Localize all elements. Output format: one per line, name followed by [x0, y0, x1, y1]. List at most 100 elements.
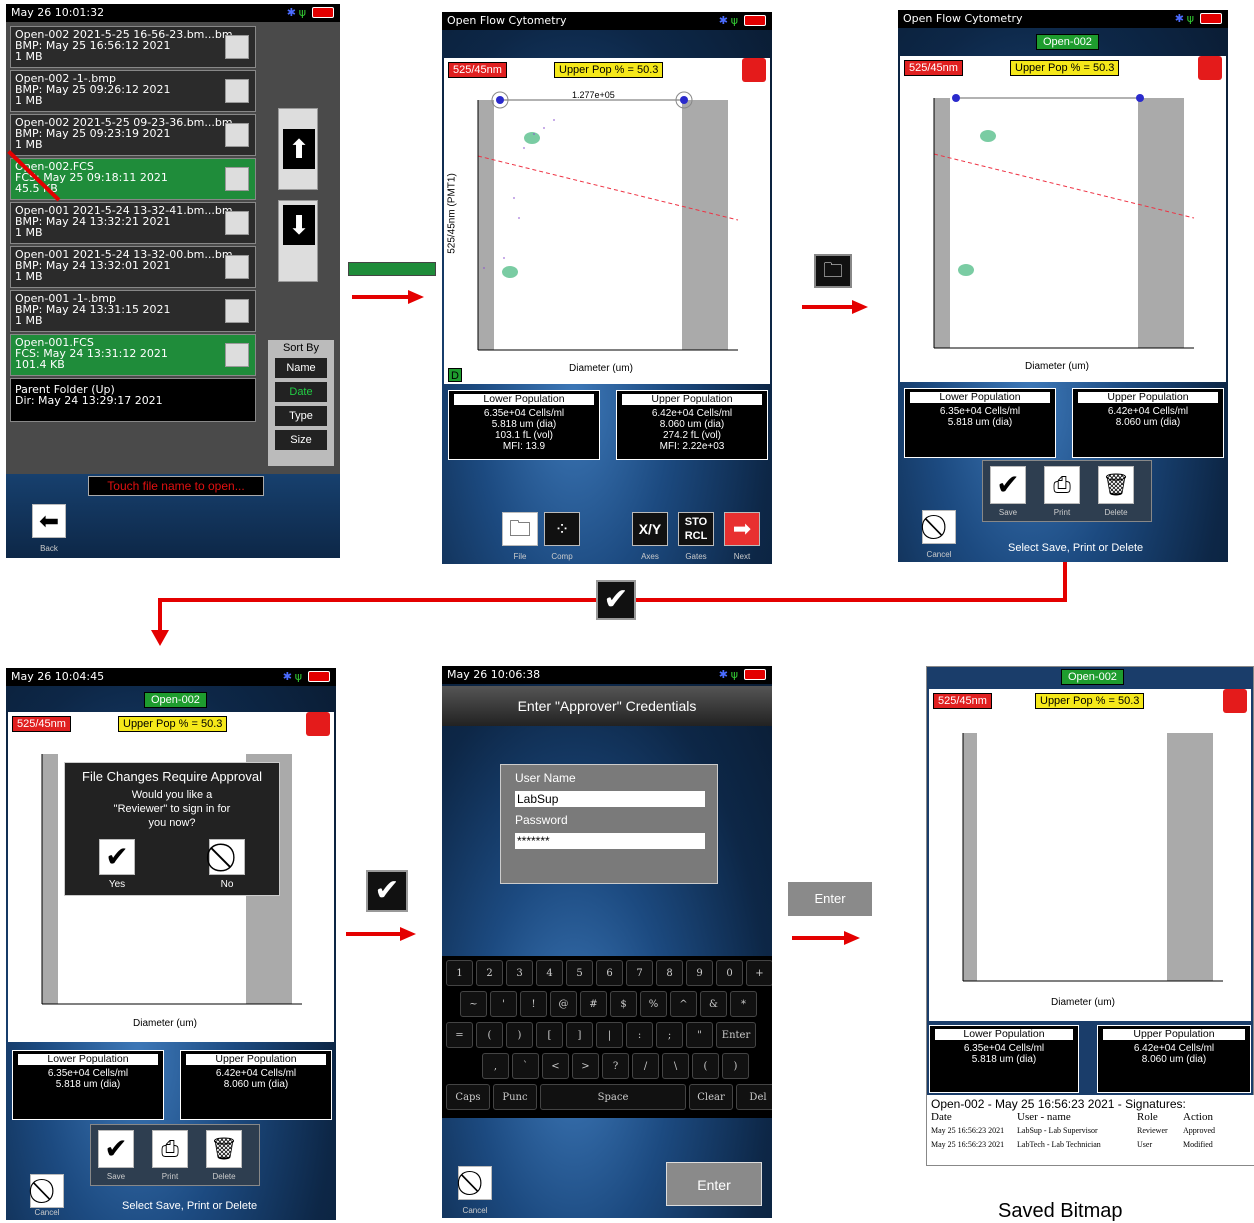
gates-button[interactable]: STO RCL [678, 512, 714, 546]
key-&[interactable]: & [700, 991, 727, 1017]
yes-label: Yes [108, 879, 126, 890]
key-space[interactable]: Space [540, 1084, 686, 1110]
key-7[interactable]: 7 [626, 960, 653, 986]
sort-type-button[interactable]: Type [275, 406, 327, 426]
file-row[interactable]: Open-002 -1-.bmp BMP: May 25 09:26:12 202… [10, 70, 256, 112]
cancel-button[interactable]: ⃠ [458, 1166, 492, 1200]
sort-date-button[interactable]: Date [275, 382, 327, 402]
file-checkbox[interactable] [225, 343, 249, 367]
enter-button[interactable]: Enter [666, 1162, 762, 1206]
key-@[interactable]: @ [550, 991, 577, 1017]
file-checkbox[interactable] [225, 79, 249, 103]
status-bar: May 26 10:06:38 ✱ ψ [442, 666, 772, 684]
file-checkbox[interactable] [225, 123, 249, 147]
scroll-down-button[interactable]: ⬇ [278, 200, 318, 282]
next-button[interactable]: ➡ [724, 512, 760, 546]
login-title-bar: Enter "Approver" Credentials [442, 686, 772, 726]
key-del[interactable]: Del [736, 1084, 772, 1110]
key-clear[interactable]: Clear [689, 1084, 733, 1110]
key-"[interactable]: " [686, 1022, 713, 1048]
yes-button[interactable]: ✔ [99, 839, 135, 875]
cancel-button[interactable]: ⃠ [922, 510, 956, 544]
file-checkbox[interactable] [225, 35, 249, 59]
key-([interactable]: ( [692, 1053, 719, 1079]
key-/[interactable]: / [632, 1053, 659, 1079]
key-`[interactable]: ` [512, 1053, 539, 1079]
key-([interactable]: ( [476, 1022, 503, 1048]
sort-size-button[interactable]: Size [275, 430, 327, 450]
file-row[interactable]: Open-001 -1-.bmp BMP: May 24 13:31:15 202… [10, 290, 256, 332]
print-button[interactable]: ⎙ [1044, 466, 1080, 504]
key-*[interactable]: * [730, 991, 757, 1017]
save-button[interactable]: ✔ [98, 1130, 134, 1168]
delete-button[interactable]: 🗑 [206, 1130, 242, 1168]
status-bar: Open Flow Cytometry ✱ ψ [898, 10, 1228, 28]
key-][interactable]: ] [566, 1022, 593, 1048]
key-2[interactable]: 2 [476, 960, 503, 986]
save-button[interactable]: ✔ [990, 466, 1026, 504]
back-button[interactable]: ⬅ [32, 504, 66, 538]
key-5[interactable]: 5 [566, 960, 593, 986]
key-%[interactable]: % [640, 991, 667, 1017]
key-\[interactable]: \ [662, 1053, 689, 1079]
no-button[interactable]: ⃠ [209, 839, 245, 875]
key-punc[interactable]: Punc [493, 1084, 537, 1110]
key-=[interactable]: = [446, 1022, 473, 1048]
delete-button[interactable]: 🗑 [1098, 466, 1134, 504]
axes-button[interactable]: X/Y [632, 512, 668, 546]
parent-folder-row[interactable]: Parent Folder (Up) Dir: May 24 13:29:17 2… [10, 378, 256, 422]
d-badge[interactable]: D [448, 368, 462, 382]
key-+[interactable]: + [746, 960, 772, 986]
key-8[interactable]: 8 [656, 960, 683, 986]
file-button[interactable]: 🗀 [502, 512, 538, 546]
file-checkbox[interactable] [225, 167, 249, 191]
key-:[interactable]: : [626, 1022, 653, 1048]
key-3[interactable]: 3 [506, 960, 533, 986]
sort-name-button[interactable]: Name [275, 358, 327, 378]
key-6[interactable]: 6 [596, 960, 623, 986]
key-enter[interactable]: Enter [716, 1022, 756, 1048]
key-;[interactable]: ; [656, 1022, 683, 1048]
lower-pop-dia: 5.818 um (dia) [491, 419, 557, 430]
scroll-up-button[interactable]: ⬆ [278, 108, 318, 190]
file-checkbox[interactable] [225, 299, 249, 323]
key-1[interactable]: 1 [446, 960, 473, 986]
file-row[interactable]: Open-001 2021-5-24 13-32-41.bm...bm BMP: … [10, 202, 256, 244]
key-9[interactable]: 9 [686, 960, 713, 986]
key-![interactable]: ! [520, 991, 547, 1017]
comp-button[interactable]: ⁘ [544, 512, 580, 546]
file-row[interactable]: Open-001 2021-5-24 13-32-00.bm...bm BMP: … [10, 246, 256, 288]
file-date: BMP: May 24 13:32:01 2021 [15, 259, 171, 272]
key-|[interactable]: | [596, 1022, 623, 1048]
file-row[interactable]: Open-002 2021-5-25 16-56-23.bm...bm BMP: … [10, 26, 256, 68]
plot-area: 525/45nm Upper Pop % = 50.3 Diameter (um… [900, 56, 1226, 382]
key-'[interactable]: ' [490, 991, 517, 1017]
print-button[interactable]: ⎙ [152, 1130, 188, 1168]
key-,[interactable]: , [482, 1053, 509, 1079]
key-<[interactable]: < [542, 1053, 569, 1079]
password-input[interactable]: ******* [515, 833, 705, 849]
file-row[interactable]: Open-002 2021-5-25 09-23-36.bm...bm BMP: … [10, 114, 256, 156]
key-)[interactable]: ) [506, 1022, 533, 1048]
printer-icon: ⎙ [161, 1136, 179, 1161]
key-[[interactable]: [ [536, 1022, 563, 1048]
key-4[interactable]: 4 [536, 960, 563, 986]
sto-icon: STO [684, 516, 708, 528]
key-)[interactable]: ) [722, 1053, 749, 1079]
key->[interactable]: > [572, 1053, 599, 1079]
file-row[interactable]: Open-001.FCS FCS: May 24 13:31:12 2021 101… [10, 334, 256, 376]
key-0[interactable]: 0 [716, 960, 743, 986]
file-row[interactable]: Open-002.FCS FCS: May 25 09:18:11 2021 45.… [10, 158, 256, 200]
key-~[interactable]: ~ [460, 991, 487, 1017]
bluetooth-icon: ✱ [286, 6, 296, 19]
file-checkbox[interactable] [225, 255, 249, 279]
file-checkbox[interactable] [225, 211, 249, 235]
key-?[interactable]: ? [602, 1053, 629, 1079]
save-label: Save [106, 1172, 126, 1181]
key-#[interactable]: # [580, 991, 607, 1017]
cancel-button[interactable]: ⃠ [30, 1174, 64, 1208]
username-input[interactable]: LabSup [515, 791, 705, 807]
key-^[interactable]: ^ [670, 991, 697, 1017]
key-caps[interactable]: Caps [446, 1084, 490, 1110]
key-$[interactable]: $ [610, 991, 637, 1017]
